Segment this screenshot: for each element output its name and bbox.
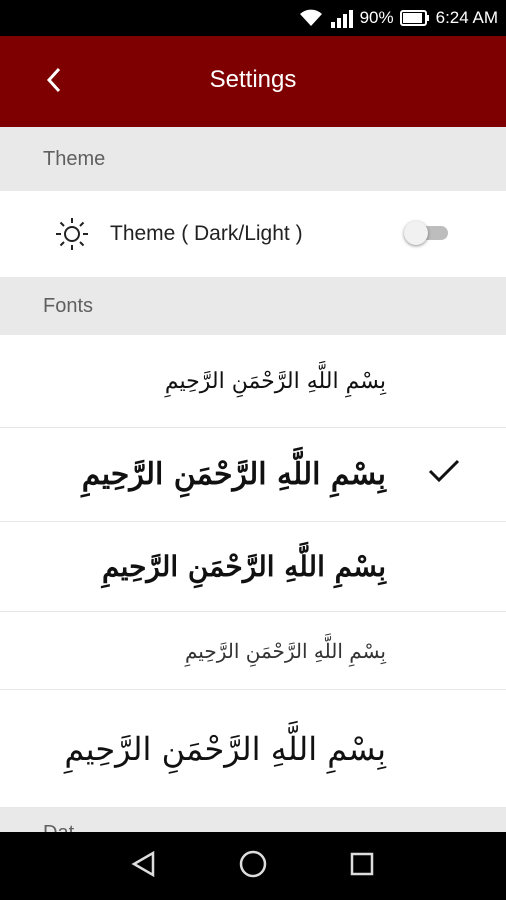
font-sample: بِسْمِ اللَّهِ الرَّحْمَنِ الرَّحِيمِ xyxy=(164,368,386,394)
nav-recents-button[interactable] xyxy=(332,836,392,896)
font-option-3[interactable]: بِسْمِ اللَّهِ الرَّحْمَنِ الرَّحِيمِ xyxy=(0,522,506,612)
font-sample: بِسْمِ اللَّهِ الرَّحْمَنِ الرَّحِيمِ xyxy=(64,729,386,768)
font-option-1[interactable]: بِسْمِ اللَّهِ الرَّحْمَنِ الرَّحِيمِ xyxy=(0,335,506,428)
nav-back-button[interactable] xyxy=(114,836,174,896)
checkmark-icon xyxy=(428,458,460,489)
wifi-icon xyxy=(298,8,324,28)
system-nav-bar xyxy=(0,832,506,900)
section-header-theme: Theme xyxy=(0,127,506,191)
status-bar: 90% 6:24 AM xyxy=(0,0,506,36)
section-header-next: Dat xyxy=(0,808,506,832)
battery-percent: 90% xyxy=(359,8,394,27)
font-sample: بِسْمِ اللَّهِ الرَّحْمَنِ الرَّحِيمِ xyxy=(102,550,386,583)
font-option-4[interactable]: بِسْمِ اللَّهِ الرَّحْمَنِ الرَّحِيمِ xyxy=(0,612,506,690)
sun-icon xyxy=(55,217,89,256)
app-bar: Settings xyxy=(0,36,506,127)
signal-icon xyxy=(330,8,354,28)
font-option-2[interactable]: بِسْمِ اللَّهِ الرَّحْمَنِ الرَّحِيمِ xyxy=(0,428,506,522)
page-title: Settings xyxy=(209,66,297,93)
theme-label: Theme ( Dark/Light ) xyxy=(110,222,303,245)
home-circle-icon xyxy=(238,849,268,884)
toggle-thumb xyxy=(404,221,428,245)
section-header-fonts: Fonts xyxy=(0,277,506,335)
nav-home-button[interactable] xyxy=(223,836,283,896)
theme-toggle[interactable] xyxy=(404,221,448,245)
recents-square-icon xyxy=(349,851,375,882)
theme-setting-row[interactable]: Theme ( Dark/Light ) xyxy=(0,191,506,277)
back-triangle-icon xyxy=(131,850,157,883)
battery-icon xyxy=(399,9,430,27)
status-time: 6:24 AM xyxy=(435,8,498,27)
font-sample: بِسْمِ اللَّهِ الرَّحْمَنِ الرَّحِيمِ xyxy=(184,638,386,663)
font-sample: بِسْمِ اللَّهِ الرَّحْمَنِ الرَّحِيمِ xyxy=(81,457,386,492)
font-option-5[interactable]: بِسْمِ اللَّهِ الرَّحْمَنِ الرَّحِيمِ xyxy=(0,690,506,808)
